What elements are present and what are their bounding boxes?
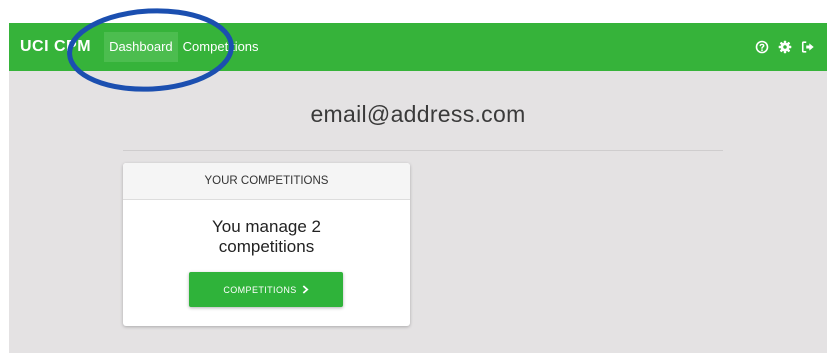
nav-dashboard[interactable]: Dashboard	[104, 32, 178, 62]
nav-competitions[interactable]: Competitions	[178, 32, 264, 62]
card-header: YOUR COMPETITIONS	[123, 163, 410, 200]
top-navbar: UCI CPM Dashboard Competitions	[9, 23, 827, 71]
card-body-line2: competitions	[218, 237, 315, 256]
gear-icon[interactable]	[778, 40, 792, 54]
chevron-right-icon	[302, 285, 309, 294]
help-icon[interactable]	[755, 40, 769, 54]
card-body-text: You manage 2 competitions	[123, 217, 410, 257]
navbar-icons	[755, 23, 815, 71]
card-body-line1: You manage 2	[211, 217, 322, 236]
user-email: email@address.com	[310, 101, 526, 127]
sign-out-icon[interactable]	[801, 40, 815, 54]
brand-logo[interactable]: UCI CPM	[20, 38, 91, 56]
competitions-button[interactable]: COMPETITIONS	[189, 272, 343, 307]
competitions-card: YOUR COMPETITIONS You manage 2 competiti…	[123, 163, 410, 326]
divider	[123, 150, 723, 151]
main-content: email@address.com YOUR COMPETITIONS You …	[9, 71, 827, 353]
competitions-button-label: COMPETITIONS	[223, 284, 297, 295]
